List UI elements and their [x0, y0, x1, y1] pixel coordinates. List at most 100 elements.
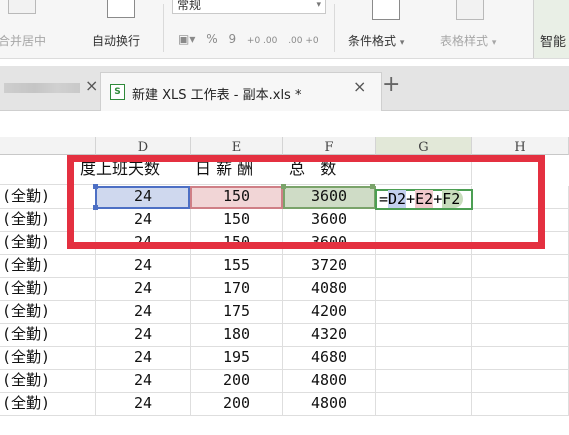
column-header-h[interactable]: H: [472, 137, 569, 155]
cell-e7[interactable]: 175: [191, 301, 283, 324]
conditional-format-button[interactable]: 条件格式 ▾: [348, 32, 404, 49]
percent-button[interactable]: %: [206, 32, 217, 46]
blurred-tab-title[interactable]: [4, 83, 80, 93]
cell-e4[interactable]: 150: [191, 232, 283, 255]
new-tab-button[interactable]: +: [382, 72, 400, 97]
cell-f3[interactable]: 3600: [283, 209, 376, 232]
conditional-format-icon[interactable]: [372, 0, 400, 20]
cell-c7[interactable]: (全勤): [0, 301, 96, 324]
cell-e10[interactable]: 200: [191, 370, 283, 393]
cell-e11[interactable]: 200: [191, 393, 283, 416]
cell-d3[interactable]: 24: [96, 209, 191, 232]
cell-h2[interactable]: [472, 186, 569, 209]
cell-g10[interactable]: [376, 370, 472, 393]
merge-center-icon[interactable]: [8, 0, 36, 14]
cell-g5[interactable]: [376, 255, 472, 278]
auto-wrap-button[interactable]: 自动换行: [92, 32, 140, 49]
cell-g6[interactable]: [376, 278, 472, 301]
cell-e6[interactable]: 170: [191, 278, 283, 301]
smart-toolbox-button[interactable]: 智能: [533, 0, 569, 58]
cell-g3[interactable]: [376, 209, 472, 232]
cell-c4[interactable]: (全勤): [0, 232, 96, 255]
formula-plus: +: [406, 190, 416, 208]
cell-d6[interactable]: 24: [96, 278, 191, 301]
cell-c2[interactable]: (全勤): [0, 186, 96, 209]
close-icon[interactable]: ×: [353, 77, 366, 96]
currency-icon[interactable]: ▣▾: [178, 32, 195, 46]
cell-f6[interactable]: 4080: [283, 278, 376, 301]
cell-f4[interactable]: 3600: [283, 232, 376, 255]
cell-e5[interactable]: 155: [191, 255, 283, 278]
cell-d11[interactable]: 24: [96, 393, 191, 416]
cell-c9[interactable]: (全勤): [0, 347, 96, 370]
ref-handle[interactable]: [93, 205, 98, 210]
spreadsheet-grid[interactable]: D E F G H 度 上班天数 日 薪 酬 总 数 (全勤) 24 150 3600…: [0, 137, 569, 435]
decrease-decimal-button[interactable]: .00 +0: [288, 36, 318, 46]
cell-d1[interactable]: 上班天数: [96, 159, 191, 185]
table-style-icon[interactable]: [456, 0, 484, 20]
cell-g11[interactable]: [376, 393, 472, 416]
cell-h7[interactable]: [472, 301, 569, 324]
cell-d10[interactable]: 24: [96, 370, 191, 393]
cell-f9[interactable]: 4680: [283, 347, 376, 370]
cell-e9[interactable]: 195: [191, 347, 283, 370]
cell-f5[interactable]: 3720: [283, 255, 376, 278]
wrap-text-icon[interactable]: [107, 0, 135, 18]
cell-d5[interactable]: 24: [96, 255, 191, 278]
formula-bar-area: [0, 111, 569, 138]
cell-e1[interactable]: 日 薪 酬: [191, 159, 283, 185]
table-style-button[interactable]: 表格样式 ▾: [440, 32, 496, 49]
cell-h8[interactable]: [472, 324, 569, 347]
cell-g9[interactable]: [376, 347, 472, 370]
cell-c11[interactable]: (全勤): [0, 393, 96, 416]
cell-c8[interactable]: (全勤): [0, 324, 96, 347]
cell-g4[interactable]: [376, 232, 472, 255]
cell-d2[interactable]: 24: [96, 186, 191, 209]
cell-h11[interactable]: [472, 393, 569, 416]
increase-decimal-button[interactable]: +0 .00: [247, 36, 277, 46]
ref-handle[interactable]: [93, 184, 98, 189]
cell-g7[interactable]: [376, 301, 472, 324]
column-header-e[interactable]: E: [191, 137, 283, 155]
close-icon[interactable]: ×: [85, 76, 98, 95]
cell-c10[interactable]: (全勤): [0, 370, 96, 393]
cell-c5[interactable]: (全勤): [0, 255, 96, 278]
merge-center-button[interactable]: 合并居中: [0, 32, 46, 49]
cell-h9[interactable]: [472, 347, 569, 370]
comma-style-button[interactable]: 9: [228, 32, 236, 46]
ref-handle[interactable]: [281, 184, 286, 189]
cell-f7[interactable]: 4200: [283, 301, 376, 324]
cell-f10[interactable]: 4800: [283, 370, 376, 393]
cell-e8[interactable]: 180: [191, 324, 283, 347]
cell-e3[interactable]: 150: [191, 209, 283, 232]
cell-c6[interactable]: (全勤): [0, 278, 96, 301]
cell-h6[interactable]: [472, 278, 569, 301]
column-header-c[interactable]: [0, 137, 96, 155]
chevron-down-icon: ▾: [316, 0, 321, 10]
cell-h5[interactable]: [472, 255, 569, 278]
cell-h4[interactable]: [472, 232, 569, 255]
active-document-tab[interactable]: S 新建 XLS 工作表 - 副本.xls * ×: [100, 72, 382, 111]
cell-h10[interactable]: [472, 370, 569, 393]
cell-d8[interactable]: 24: [96, 324, 191, 347]
cell-g2-formula-editor[interactable]: =D2+E2+F2: [375, 189, 473, 210]
column-header-g[interactable]: G: [376, 137, 472, 155]
column-header-d[interactable]: D: [96, 137, 191, 155]
cell-f8[interactable]: 4320: [283, 324, 376, 347]
ribbon-divider: [334, 4, 335, 52]
column-header-f[interactable]: F: [283, 137, 376, 155]
cell-g1[interactable]: [376, 159, 472, 185]
cell-c3[interactable]: (全勤): [0, 209, 96, 232]
cell-c1[interactable]: 度: [0, 159, 96, 185]
cell-e2[interactable]: 150: [191, 186, 283, 209]
cell-d9[interactable]: 24: [96, 347, 191, 370]
cell-d7[interactable]: 24: [96, 301, 191, 324]
cell-f1[interactable]: 总 数: [283, 159, 376, 185]
number-format-select[interactable]: 常规 ▾: [172, 0, 326, 14]
cell-f2[interactable]: 3600: [283, 186, 376, 209]
cell-h3[interactable]: [472, 209, 569, 232]
cell-f11[interactable]: 4800: [283, 393, 376, 416]
cell-d4[interactable]: 24: [96, 232, 191, 255]
cell-g8[interactable]: [376, 324, 472, 347]
formula-equals: =: [379, 190, 389, 208]
